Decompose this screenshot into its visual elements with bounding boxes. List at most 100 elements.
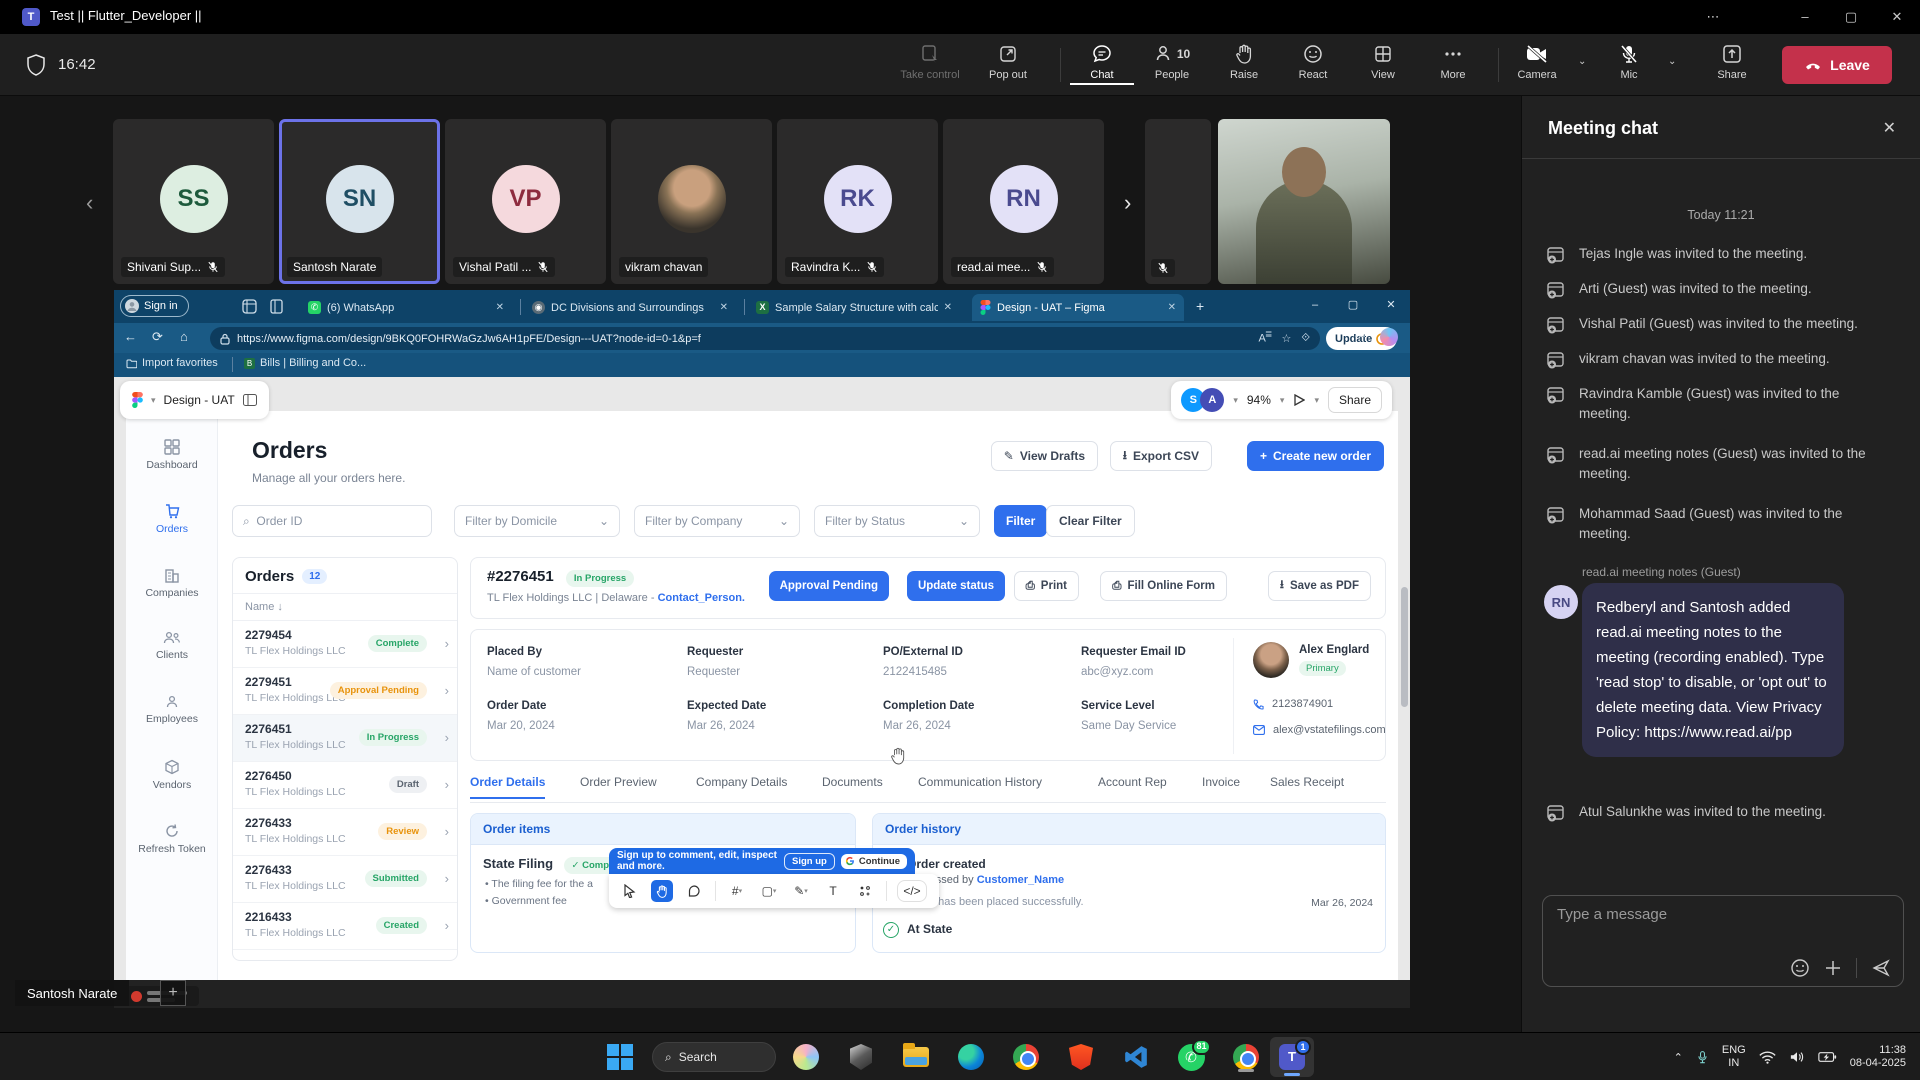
- create-new-order-button[interactable]: +Create new order: [1247, 441, 1384, 471]
- refresh-icon[interactable]: ⟳: [152, 329, 163, 345]
- new-tab-icon[interactable]: +: [1196, 298, 1204, 314]
- view-drafts-button[interactable]: ✎View Drafts: [991, 441, 1098, 471]
- import-favorites-bookmark[interactable]: Import favorites: [126, 357, 218, 369]
- chrome-icon[interactable]: [1010, 1041, 1042, 1073]
- order-row[interactable]: 2279451TL Flex Holdings LLCApproval Pend…: [233, 668, 457, 715]
- comment-tool-icon[interactable]: [683, 880, 705, 902]
- share-button[interactable]: Share: [1700, 41, 1764, 81]
- sidebar-item-orders[interactable]: Orders: [126, 503, 218, 535]
- customer-name-link[interactable]: Customer_Name: [977, 874, 1064, 886]
- tab-account-rep[interactable]: Account Rep: [1098, 775, 1167, 789]
- url-bar[interactable]: https://www.figma.com/design/9BKQ0FOHRWa…: [210, 327, 1320, 350]
- home-icon[interactable]: ⌂: [180, 329, 188, 344]
- approval-pending-button[interactable]: Approval Pending: [769, 571, 889, 601]
- raise-button[interactable]: Raise: [1212, 41, 1276, 81]
- teams-taskbar-active[interactable]: T1: [1270, 1037, 1314, 1077]
- sidebar-item-employees[interactable]: Employees: [126, 695, 218, 725]
- browser-minimize-icon[interactable]: –: [1296, 290, 1334, 320]
- page-scrollbar[interactable]: [1401, 587, 1408, 707]
- tab-documents[interactable]: Documents: [822, 775, 883, 789]
- tab-close-icon[interactable]: ✕: [496, 302, 504, 313]
- people-button[interactable]: 10 People: [1140, 41, 1204, 81]
- tab-company-details[interactable]: Company Details: [696, 775, 787, 789]
- react-button[interactable]: React: [1281, 41, 1345, 81]
- contact-person-link[interactable]: Contact_Person.: [658, 592, 745, 604]
- browser-tab[interactable]: X Sample Salary Structure with calc✕: [748, 294, 960, 321]
- browser-tab[interactable]: ◉ DC Divisions and Surroundings✕: [524, 294, 736, 321]
- clock[interactable]: 11:3808-04-2025: [1850, 1044, 1906, 1070]
- video-tile[interactable]: RK Ravindra K...: [777, 119, 938, 284]
- emoji-icon[interactable]: [1790, 958, 1810, 978]
- order-row[interactable]: 2216433TL Flex Holdings LLCCreated›: [233, 903, 457, 950]
- present-chevron-icon[interactable]: ▾: [1314, 395, 1319, 406]
- start-button[interactable]: [604, 1041, 636, 1073]
- signup-button[interactable]: Sign up: [784, 853, 835, 870]
- tab-close-icon[interactable]: ✕: [1168, 302, 1176, 313]
- orders-sort-column[interactable]: Name ↓: [233, 594, 457, 621]
- sidebar-item-refresh-token[interactable]: Refresh Token: [126, 823, 218, 855]
- window-maximize-icon[interactable]: ▢: [1828, 0, 1874, 34]
- figma-view-toolbar[interactable]: S A ▾ 94% ▾ ▾ Share: [1171, 381, 1392, 419]
- compose-box[interactable]: [1542, 895, 1904, 987]
- send-icon[interactable]: [1871, 958, 1891, 978]
- figma-share-button[interactable]: Share: [1328, 387, 1382, 413]
- order-row[interactable]: 2276433TL Flex Holdings LLCSubmitted›: [233, 856, 457, 903]
- filter-status-dropdown[interactable]: Filter by Status⌄: [814, 505, 980, 537]
- chat-close-icon[interactable]: ✕: [1883, 118, 1896, 138]
- save-as-pdf-button[interactable]: ⭳Save as PDF: [1268, 571, 1371, 601]
- contact-phone[interactable]: 2123874901: [1272, 698, 1333, 710]
- filter-domicile-dropdown[interactable]: Filter by Domicile⌄: [454, 505, 620, 537]
- favorite-star-icon[interactable]: ☆: [1281, 332, 1291, 345]
- cursor-tool-icon[interactable]: [619, 880, 641, 902]
- browser-tab-active[interactable]: Design - UAT – Figma✕: [972, 294, 1184, 321]
- filter-button[interactable]: Filter: [994, 505, 1047, 537]
- camera-button[interactable]: Camera: [1508, 41, 1566, 81]
- actions-tool-icon[interactable]: [854, 880, 876, 902]
- browser-signin-button[interactable]: Sign in: [120, 295, 189, 317]
- browser-maximize-icon[interactable]: ▢: [1334, 290, 1372, 320]
- mic-button[interactable]: Mic: [1602, 41, 1656, 81]
- vscode-icon[interactable]: [1120, 1041, 1152, 1073]
- browser-menu-icon[interactable]: ⋯: [1354, 329, 1366, 343]
- frame-tool-icon[interactable]: #▾: [726, 880, 748, 902]
- tray-mic-icon[interactable]: [1696, 1049, 1709, 1066]
- order-row[interactable]: 2279454TL Flex Holdings LLCComplete›: [233, 621, 457, 668]
- workspaces-icon[interactable]: [242, 299, 257, 314]
- video-tile[interactable]: VP Vishal Patil ...: [445, 119, 606, 284]
- export-csv-button[interactable]: ⭳Export CSV: [1110, 441, 1212, 471]
- language-indicator[interactable]: ENGIN: [1722, 1044, 1746, 1070]
- tab-sales-receipt[interactable]: Sales Receipt: [1270, 775, 1344, 789]
- chat-button[interactable]: Chat: [1070, 41, 1134, 85]
- zoom-chevron-icon[interactable]: ▾: [1280, 395, 1285, 406]
- view-button[interactable]: View: [1351, 41, 1415, 81]
- text-tool-icon[interactable]: T: [822, 880, 844, 902]
- camera-options-chevron-icon[interactable]: ⌄: [1578, 56, 1586, 67]
- tab-close-icon[interactable]: ✕: [720, 302, 728, 313]
- fill-online-form-button[interactable]: ⎙Fill Online Form: [1100, 571, 1227, 601]
- shape-tool-icon[interactable]: ▢▾: [758, 880, 780, 902]
- strip-next-icon[interactable]: ›: [1124, 190, 1131, 216]
- tab-order-preview[interactable]: Order Preview: [580, 775, 657, 789]
- presenter-pin-button[interactable]: +: [160, 980, 186, 1006]
- sidebar-item-companies[interactable]: Companies: [126, 567, 218, 599]
- file-explorer-icon[interactable]: [900, 1041, 932, 1073]
- browser-close-icon[interactable]: ✕: [1372, 290, 1410, 320]
- read-aloud-icon[interactable]: A𝄚: [1259, 332, 1272, 345]
- window-minimize-icon[interactable]: –: [1782, 0, 1828, 34]
- order-row[interactable]: 2276433TL Flex Holdings LLCReview›: [233, 809, 457, 856]
- zoom-level[interactable]: 94%: [1247, 393, 1271, 407]
- contact-email[interactable]: alex@vstatefilings.com: [1273, 724, 1386, 736]
- volume-icon[interactable]: [1789, 1050, 1805, 1064]
- dev-mode-toggle[interactable]: </>: [897, 880, 927, 902]
- message-input[interactable]: [1557, 906, 1887, 923]
- pen-tool-icon[interactable]: ✎▾: [790, 880, 812, 902]
- tray-chevron-icon[interactable]: ⌃: [1674, 1051, 1683, 1064]
- leave-button[interactable]: Leave: [1782, 46, 1892, 84]
- pop-out-button[interactable]: Pop out: [976, 41, 1040, 81]
- wifi-icon[interactable]: [1759, 1051, 1776, 1064]
- window-more-icon[interactable]: ⋯: [1690, 0, 1736, 34]
- copilot-icon[interactable]: [790, 1041, 822, 1073]
- google-continue-button[interactable]: Continue: [841, 854, 907, 869]
- brave-icon[interactable]: [1065, 1041, 1097, 1073]
- taskbar-search[interactable]: ⌕Search: [652, 1042, 776, 1072]
